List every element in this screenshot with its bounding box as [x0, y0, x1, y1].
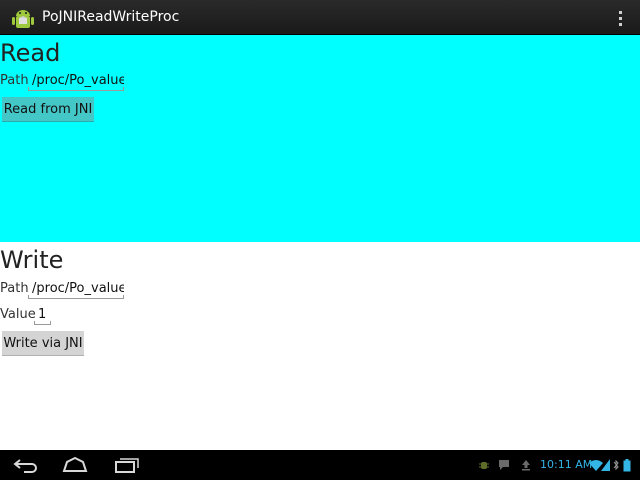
write-value-input[interactable] — [34, 305, 51, 325]
notification-icon — [499, 460, 509, 470]
read-title: Read — [0, 39, 61, 67]
write-section: Write Path Value Write via JNI — [0, 242, 640, 450]
debug-icon — [479, 462, 489, 469]
upload-icon — [522, 460, 530, 471]
app-title: PoJNIReadWriteProc — [42, 9, 180, 25]
system-bar: 10:11 AM — [0, 450, 640, 480]
read-path-field-wrap — [28, 71, 124, 91]
write-title: Write — [0, 246, 64, 274]
bluetooth-icon — [613, 459, 619, 471]
status-clock: 10:11 AM — [540, 458, 593, 471]
read-path-label: Path — [0, 73, 29, 88]
battery-icon — [623, 459, 631, 472]
write-path-label: Path — [0, 281, 29, 296]
write-via-jni-button[interactable]: Write via JNI — [2, 331, 84, 356]
action-bar: PoJNIReadWriteProc — [0, 0, 640, 35]
write-value-label: Value — [0, 307, 36, 322]
back-icon[interactable] — [12, 457, 40, 473]
overflow-menu-icon[interactable] — [612, 7, 628, 29]
recent-apps-icon[interactable] — [114, 457, 140, 473]
write-path-input[interactable] — [28, 279, 124, 299]
read-section: Read Path Read from JNI — [0, 35, 640, 242]
home-icon[interactable] — [62, 457, 88, 473]
write-value-field-wrap — [34, 305, 51, 325]
write-path-field-wrap — [28, 279, 124, 299]
android-app-icon — [12, 10, 34, 28]
read-path-input[interactable] — [28, 71, 124, 91]
read-from-jni-button[interactable]: Read from JNI — [2, 97, 94, 122]
signal-icon — [601, 459, 610, 471]
